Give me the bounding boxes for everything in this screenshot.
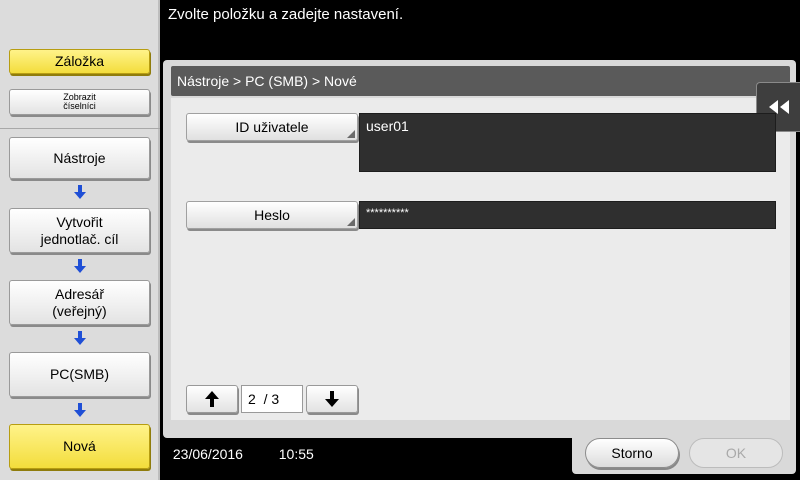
left-sidebar: Záložka Zobrazit číselníci Nástroje Vytv… [0,0,160,480]
user-id-label: ID uživatele [235,119,309,135]
cancel-button[interactable]: Storno [585,438,679,468]
flow-step-create-destination-label: Vytvořit jednotlač. cíl [40,213,119,247]
flow-step-pc-smb[interactable]: PC(SMB) [9,352,150,397]
page-up-button[interactable] [186,385,238,413]
divider [0,128,160,129]
flow-step-create-destination[interactable]: Vytvořit jednotlač. cíl [9,208,150,253]
bookmark-button[interactable]: Záložka [9,49,150,74]
flow-step-new[interactable]: Nová [9,424,150,469]
user-id-button[interactable]: ID uživatele [186,113,358,141]
status-time: 10:55 [278,446,314,462]
flow-step-address-book[interactable]: Adresář (veřejný) [9,280,150,325]
show-keypad-button[interactable]: Zobrazit číselníci [9,89,150,115]
password-label: Heslo [254,207,290,223]
password-button[interactable]: Heslo [186,201,358,229]
breadcrumb: Nástroje > PC (SMB) > Nové [171,66,790,96]
page-down-button[interactable] [306,385,358,413]
page-indicator: 2 / 3 [241,385,303,413]
status-bar: 23/06/2016 10:55 [163,438,314,470]
arrow-down-icon [74,403,86,417]
instruction-message: Zvolte položku a zadejte nastavení. [168,6,404,23]
status-date: 23/06/2016 [172,446,243,462]
double-chevron-left-icon [768,100,789,114]
arrow-down-icon [74,331,86,345]
arrow-down-icon [74,185,86,199]
arrow-down-icon [325,391,339,407]
arrow-up-icon [205,391,219,407]
corner-marker-icon [347,218,355,226]
password-field[interactable]: ********** [359,201,776,229]
flow-step-tools[interactable]: Nástroje [9,137,150,179]
arrow-down-icon [74,259,86,273]
show-keypad-label: Zobrazit číselníci [63,92,96,111]
user-id-field[interactable]: user01 [359,113,776,172]
corner-marker-icon [347,130,355,138]
flow-step-address-book-label: Adresář (veřejný) [52,285,107,319]
ok-button[interactable]: OK [689,438,783,468]
